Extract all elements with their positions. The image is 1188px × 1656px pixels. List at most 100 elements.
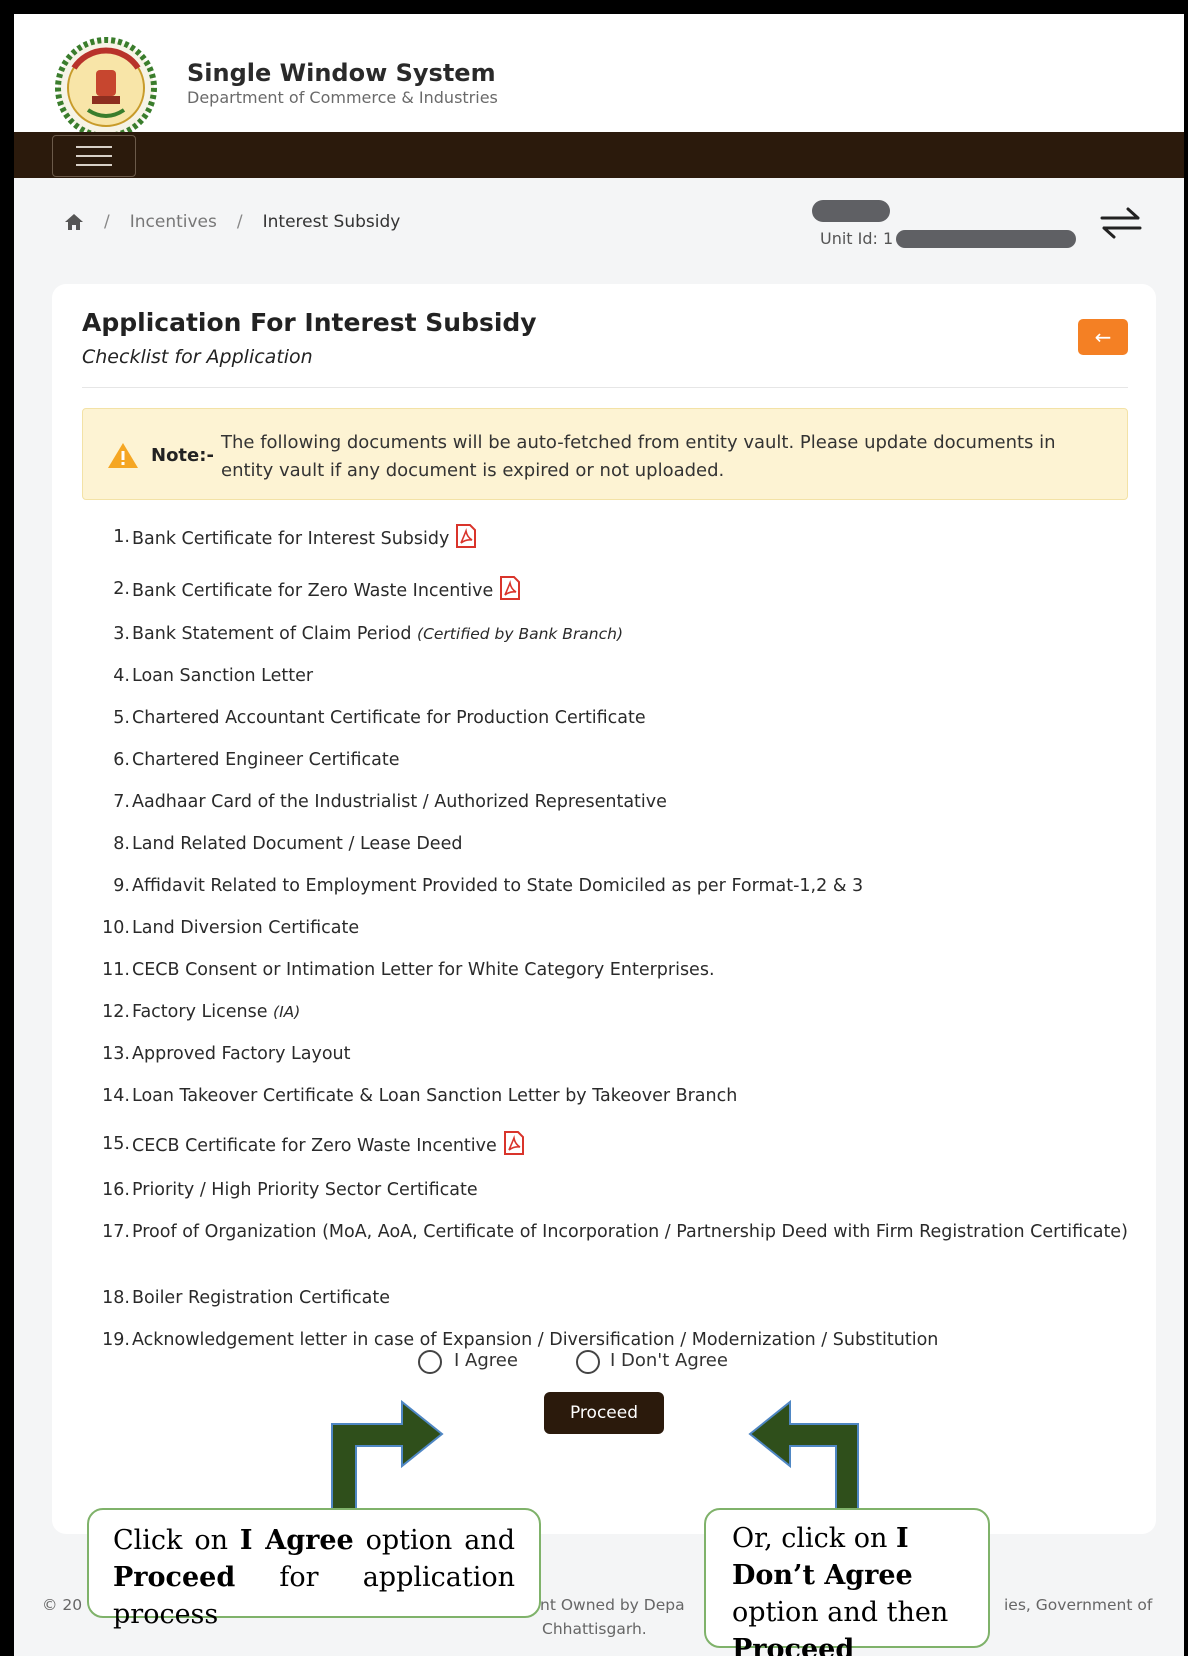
document-name: Loan Takeover Certificate & Loan Sanctio… [132,1086,738,1106]
redacted-unit-name [812,200,890,222]
document-name: Aadhaar Card of the Industrialist / Auth… [132,792,667,812]
checklist-item-number: 3. [113,624,130,644]
callout-text: Or, click on [732,1523,896,1554]
checklist-item-number: 1. [113,527,130,547]
breadcrumb: / Incentives / Interest Subsidy [64,212,400,232]
pdf-download-icon[interactable] [503,1131,525,1155]
redacted-unit-id [896,230,1076,248]
checklist-item-number: 9. [113,876,130,896]
unit-id-label: Unit Id: 1 [820,229,894,248]
checklist-item-text: Bank Certificate for Zero Waste Incentiv… [132,576,1132,604]
site-title: Single Window System [187,59,496,87]
document-name: Loan Sanction Letter [132,666,314,686]
checklist-item-number: 19. [102,1330,130,1350]
document-name: Factory License [132,1002,268,1022]
checklist-item-number: 4. [113,666,130,686]
state-emblem-icon[interactable] [54,36,158,140]
note-alert: Note:- The following documents will be a… [82,408,1128,500]
callout-text: Click on [113,1525,240,1556]
note-label: Note:- [151,445,214,466]
proceed-button[interactable]: Proceed [544,1392,664,1434]
checklist-item-text: Chartered Accountant Certificate for Pro… [132,705,1132,731]
document-qualifier: (IA) [273,1003,301,1021]
agree-radio[interactable] [418,1350,442,1374]
callout-text: option and [353,1525,515,1556]
site-header: Single Window System Department of Comme… [14,14,1184,139]
hamburger-menu-button[interactable] [52,135,136,177]
footer-copyright: © 20 [42,1596,83,1614]
hamburger-line [76,164,112,166]
main-navbar [14,132,1184,178]
checklist-item-text: Boiler Registration Certificate [132,1285,1132,1311]
document-name: CECB Certificate for Zero Waste Incentiv… [132,1136,497,1156]
checklist-item-number: 10. [102,918,130,938]
callout-text: option and then [732,1597,949,1628]
checklist-item-number: 18. [102,1288,130,1308]
agree-label[interactable]: I Agree [454,1350,518,1371]
warning-icon [108,443,138,468]
pdf-download-icon[interactable] [499,576,521,600]
card-divider [82,387,1128,388]
home-icon[interactable] [64,213,84,231]
document-name: Affidavit Related to Employment Provided… [132,876,864,896]
checklist-item-text: Priority / High Priority Sector Certific… [132,1177,1132,1203]
checklist-item-text: Loan Sanction Letter [132,663,1132,689]
breadcrumb-current: Interest Subsidy [262,212,401,232]
document-name: Land Diversion Certificate [132,918,360,938]
checklist-item-number: 17. [102,1222,130,1242]
checklist-item-number: 14. [102,1086,130,1106]
checklist-item-number: 2. [113,579,130,599]
hamburger-line [76,155,112,157]
pdf-download-icon[interactable] [455,524,477,548]
checklist-item-text: CECB Certificate for Zero Waste Incentiv… [132,1131,1132,1159]
document-name: Proof of Organization (MoA, AoA, Certifi… [132,1222,1128,1242]
checklist-item-number: 7. [113,792,130,812]
application-card: Application For Interest Subsidy Checkli… [52,284,1156,1534]
breadcrumb-incentives[interactable]: Incentives [130,212,217,232]
document-name: Bank Certificate for Interest Subsidy [132,529,450,549]
document-name: Approved Factory Layout [132,1044,351,1064]
disagree-label[interactable]: I Don't Agree [610,1350,728,1371]
agree-instruction-callout: Click on I Agree option and Proceed for … [87,1508,541,1630]
document-name: CECB Consent or Intimation Letter for Wh… [132,960,715,980]
disagree-instruction-callout: Or, click on I Don’t Agree option and th… [704,1508,990,1656]
callout-emphasis: I Agree [239,1525,354,1556]
checklist-item-text: Bank Statement of Claim Period (Certifie… [132,621,1132,647]
footer-state: Chhattisgarh. [542,1620,647,1638]
document-name: Chartered Accountant Certificate for Pro… [132,708,646,728]
swap-unit-icon[interactable] [1100,206,1142,240]
hamburger-line [76,146,112,148]
document-name: Bank Statement of Claim Period [132,624,412,644]
back-button[interactable]: ← [1078,319,1128,355]
checklist-item-text: Bank Certificate for Interest Subsidy [132,524,1132,552]
checklist-item-text: Land Related Document / Lease Deed [132,831,1132,857]
checklist-item-text: Chartered Engineer Certificate [132,747,1132,773]
checklist-item-number: 15. [102,1134,130,1154]
checklist-item-text: Loan Takeover Certificate & Loan Sanctio… [132,1083,1132,1109]
callout-emphasis: Proceed [732,1634,855,1656]
document-name: Land Related Document / Lease Deed [132,834,463,854]
checklist-item-text: Aadhaar Card of the Industrialist / Auth… [132,789,1132,815]
document-qualifier: (Certified by Bank Branch) [417,625,624,643]
note-text: The following documents will be auto-fet… [221,432,1056,481]
checklist-item-number: 12. [102,1002,130,1022]
checklist-item-number: 16. [102,1180,130,1200]
checklist-item-number: 8. [113,834,130,854]
checklist-item-text: Land Diversion Certificate [132,915,1132,941]
checklist-item-text: Approved Factory Layout [132,1041,1132,1067]
disagree-radio[interactable] [576,1350,600,1374]
checklist-item-text: CECB Consent or Intimation Letter for Wh… [132,957,1132,983]
checklist-item-text: Affidavit Related to Employment Provided… [132,873,1132,899]
breadcrumb-separator: / [104,212,110,232]
page-subtitle: Checklist for Application [82,346,313,368]
footer-owner: nt Owned by Depa [540,1596,685,1614]
document-name: Bank Certificate for Zero Waste Incentiv… [132,581,494,601]
checklist-item-number: 11. [102,960,130,980]
footer-government: ies, Government of [1004,1596,1153,1614]
site-subtitle: Department of Commerce & Industries [187,88,498,107]
document-name: Priority / High Priority Sector Certific… [132,1180,478,1200]
document-name: Boiler Registration Certificate [132,1288,390,1308]
breadcrumb-separator: / [236,212,243,232]
checklist-item-number: 5. [113,708,130,728]
document-name: Chartered Engineer Certificate [132,750,400,770]
